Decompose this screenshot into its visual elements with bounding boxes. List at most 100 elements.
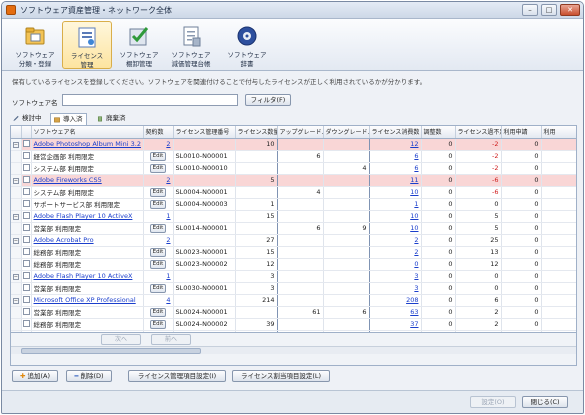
software-name-cell[interactable]: Adobe Photoshop Album Mini 3.2 (31, 138, 144, 151)
collapse-icon[interactable]: − (12, 298, 19, 304)
column-header[interactable]: ソフトウェア名 (31, 126, 144, 139)
row-expander[interactable] (11, 306, 22, 319)
license-consumed-cell[interactable]: 6 (369, 150, 422, 163)
product-row[interactable]: −Adobe Flash Player 10 ActiveX1330000 (11, 270, 576, 283)
table-row[interactable]: 総務部 利用限定EditSL0023-N0000115201300 (11, 246, 576, 259)
license-consumed-cell[interactable]: 11 (369, 174, 422, 187)
row-checkbox[interactable] (21, 246, 32, 259)
row-expander[interactable]: − (11, 294, 22, 307)
checkbox[interactable] (22, 211, 30, 219)
contract-count-cell[interactable]: 1 (143, 210, 174, 223)
table-row[interactable]: 営業部 利用限定EditSL0030-N00001330000 (11, 282, 576, 295)
edit-button[interactable]: Edit (149, 164, 167, 173)
checkbox[interactable] (22, 151, 30, 159)
software-name-cell[interactable]: Adobe Flash Player 10 ActiveX (31, 270, 144, 283)
license-settings-button[interactable]: ライセンス管理項目設定(I) (128, 370, 226, 382)
software-name-cell[interactable]: Adobe Flash Player 10 ActiveX (31, 210, 144, 223)
row-checkbox[interactable] (21, 186, 32, 199)
row-checkbox[interactable] (21, 282, 32, 295)
ribbon-ledger-button[interactable]: ソフトウェア 減価管理台帳 (166, 21, 216, 69)
edit-button[interactable]: Edit (149, 248, 167, 257)
column-header[interactable]: ライセンス数量 (235, 126, 278, 139)
close-button[interactable]: 閉じる(C) (522, 396, 568, 408)
next-page-button[interactable]: 次へ (101, 334, 141, 345)
column-header[interactable]: 利用申請 (501, 126, 542, 139)
row-checkbox[interactable] (21, 210, 32, 223)
product-row[interactable]: −Adobe Fireworks CS525110-600 (11, 174, 576, 187)
column-header[interactable] (11, 126, 22, 139)
contract-count-cell[interactable]: 2 (143, 138, 174, 151)
table-row[interactable]: 総務部 利用限定EditSL0023-N0000212001200 (11, 258, 576, 271)
checkbox[interactable] (22, 139, 30, 147)
license-consumed-cell[interactable]: 1 (369, 198, 422, 211)
license-consumed-cell[interactable]: 10 (369, 186, 422, 199)
tab-installed[interactable]: 導入済 (50, 113, 87, 125)
license-consumed-cell[interactable]: 10 (369, 210, 422, 223)
product-row[interactable]: − Microsoft Office XP Professional 4 214 208… (11, 294, 576, 307)
ribbon-inventory-button[interactable]: ソフトウェア 棚卸管理 (114, 21, 164, 69)
table-row[interactable]: サポートサービス部 利用限定EditSL0004-N00003110000 (11, 198, 576, 211)
row-expander[interactable] (11, 198, 22, 211)
checkbox[interactable] (22, 199, 30, 207)
contract-count-cell[interactable]: 2 (143, 234, 174, 247)
column-header[interactable]: アップグレード... (277, 126, 324, 139)
edit-button[interactable]: Edit (149, 152, 167, 161)
table-row[interactable]: 総務部 利用限定EditSL0024-N0000239370200 (11, 318, 576, 331)
table-row[interactable]: システム部 利用限定EditSL0004-N000014100-600 (11, 186, 576, 199)
column-header[interactable]: 契約数 (143, 126, 174, 139)
edit-button[interactable]: Edit (149, 200, 167, 209)
row-expander[interactable] (11, 318, 22, 331)
column-header[interactable]: ライセンス過不足 (455, 126, 502, 139)
license-allocation-button[interactable]: ライセンス割当項目設定(L) (232, 370, 330, 382)
row-checkbox[interactable] (21, 318, 32, 331)
product-row[interactable]: − Adobe Photoshop Album Mini 3.2 2 10 12 0 -2 0… (11, 138, 576, 151)
product-row[interactable]: −Adobe Flash Player 10 ActiveX115100500 (11, 210, 576, 223)
row-checkbox[interactable] (21, 138, 32, 151)
row-checkbox[interactable] (21, 150, 32, 163)
row-checkbox[interactable] (21, 270, 32, 283)
checkbox[interactable] (22, 223, 30, 231)
minimize-button[interactable]: – (522, 4, 538, 16)
row-expander[interactable] (11, 186, 22, 199)
collapse-icon[interactable]: − (12, 178, 19, 184)
table-row[interactable]: 営業部 利用限定EditSL0024-N00001616630200 (11, 306, 576, 319)
license-consumed-cell[interactable]: 37 (369, 318, 422, 331)
row-expander[interactable]: − (11, 210, 22, 223)
checkbox[interactable] (22, 295, 30, 303)
column-header[interactable]: 利用 (541, 126, 576, 139)
checkbox[interactable] (22, 235, 30, 243)
row-checkbox[interactable] (21, 174, 32, 187)
row-expander[interactable] (11, 222, 22, 235)
checkbox[interactable] (22, 187, 30, 195)
checkbox[interactable] (22, 283, 30, 291)
row-expander[interactable] (11, 258, 22, 271)
contract-count-cell[interactable]: 4 (143, 294, 174, 307)
checkbox[interactable] (22, 319, 30, 327)
collapse-icon[interactable]: − (12, 274, 19, 280)
license-consumed-cell[interactable]: 3 (369, 270, 422, 283)
software-name-input[interactable] (62, 94, 238, 106)
delete-button[interactable]: ━ 削除(D) (66, 370, 112, 382)
row-checkbox[interactable] (21, 234, 32, 247)
close-window-button[interactable]: ✕ (560, 4, 580, 16)
filter-button[interactable]: フィルタ(F) (245, 94, 291, 106)
license-consumed-cell[interactable]: 208 (369, 294, 422, 307)
checkbox[interactable] (22, 175, 30, 183)
ribbon-software-classify-button[interactable]: ソフトウェア 分類・登録 (10, 21, 60, 69)
row-expander[interactable]: − (11, 138, 22, 151)
checkbox[interactable] (22, 307, 30, 315)
edit-button[interactable]: Edit (149, 260, 167, 269)
edit-button[interactable]: Edit (149, 224, 167, 233)
row-checkbox[interactable] (21, 198, 32, 211)
row-expander[interactable] (11, 246, 22, 259)
add-button[interactable]: ✚ 追加(A) (12, 370, 58, 382)
edit-button[interactable]: Edit (149, 188, 167, 197)
column-header[interactable]: ライセンス消費数 (369, 126, 422, 139)
collapse-icon[interactable]: − (12, 214, 19, 220)
license-consumed-cell[interactable]: 6 (369, 162, 422, 175)
collapse-icon[interactable]: − (12, 238, 19, 244)
row-checkbox[interactable] (21, 162, 32, 175)
edit-button[interactable]: Edit (149, 320, 167, 329)
row-expander[interactable] (11, 150, 22, 163)
software-name-cell[interactable]: Microsoft Office XP Professional (31, 294, 144, 307)
